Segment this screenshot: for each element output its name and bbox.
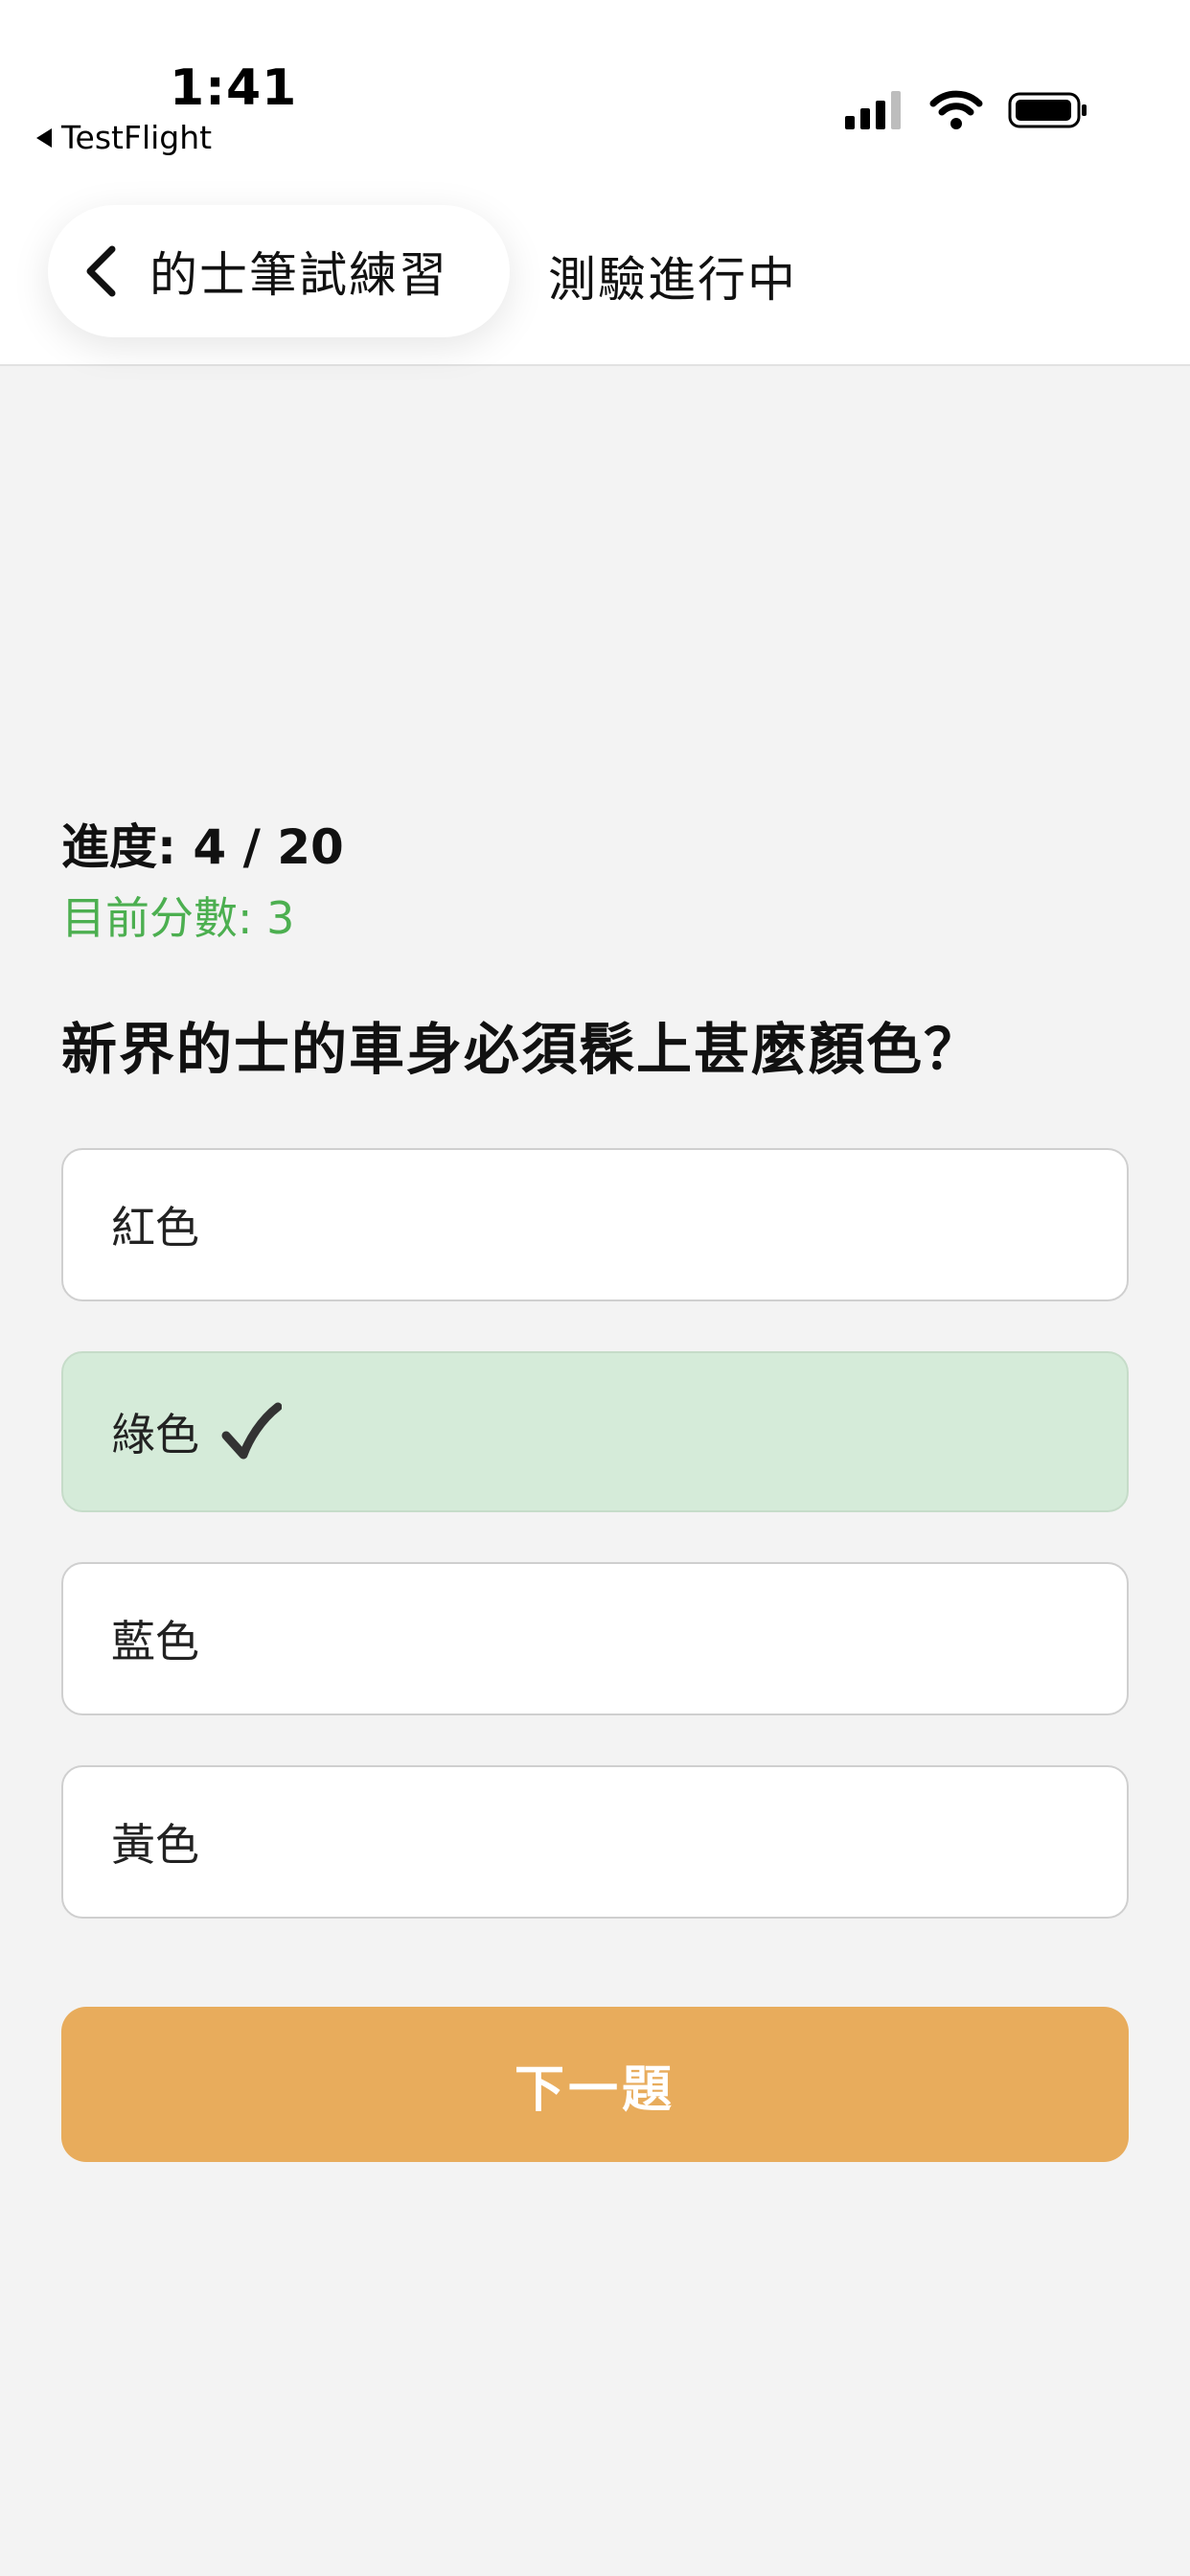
- page-title: 測驗進行中: [548, 252, 797, 308]
- checkmark-icon: [221, 1402, 282, 1460]
- answer-option-label: 黃色: [111, 1819, 199, 1871]
- chevron-left-icon: [86, 245, 116, 297]
- answer-option-red[interactable]: 紅色: [61, 1148, 1129, 1301]
- battery-icon: [1008, 91, 1088, 129]
- testflight-label: TestFlight: [61, 119, 213, 156]
- testflight-back-link[interactable]: TestFlight: [36, 119, 212, 156]
- back-button[interactable]: 的士筆試練習: [48, 205, 510, 337]
- answer-option-label: 藍色: [111, 1616, 199, 1668]
- back-button-label: 的士筆試練習: [149, 247, 448, 303]
- progress-text: 進度: 4 / 20: [61, 819, 344, 875]
- question-text: 新界的士的車身必須髹上甚麼顏色？: [61, 1017, 982, 1082]
- wifi-icon: [929, 90, 983, 130]
- answer-option-yellow[interactable]: 黃色: [61, 1765, 1129, 1919]
- status-time: 1:41: [170, 59, 298, 117]
- top-bar: 1:41 TestFlight 的士筆試練習 測驗進行中: [0, 0, 1190, 366]
- answer-option-label: 綠色: [111, 1409, 199, 1460]
- answer-option-green[interactable]: 綠色: [61, 1351, 1129, 1512]
- next-question-button[interactable]: 下一題: [61, 2007, 1129, 2162]
- answer-option-blue[interactable]: 藍色: [61, 1562, 1129, 1715]
- status-icons: [845, 90, 1088, 130]
- back-triangle-icon: [36, 127, 52, 148]
- answer-option-label: 紅色: [111, 1202, 199, 1254]
- score-text: 目前分數: 3: [61, 892, 295, 944]
- signal-icon: [845, 91, 904, 129]
